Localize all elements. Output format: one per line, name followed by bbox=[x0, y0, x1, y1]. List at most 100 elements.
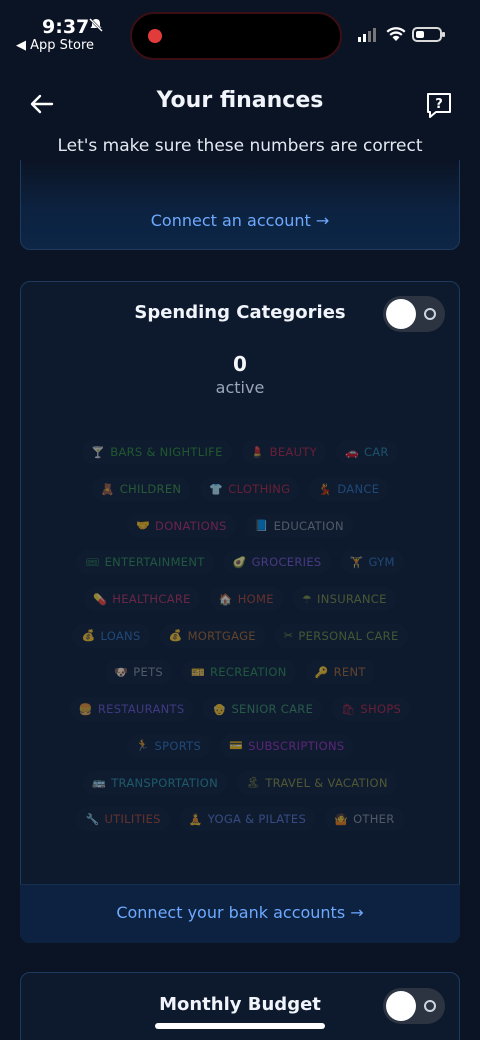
category-chip-subscriptions[interactable]: 💳 SUBSCRIPTIONS bbox=[220, 733, 354, 758]
category-chip-transportation[interactable]: 🚌 TRANSPORTATION bbox=[83, 770, 228, 795]
spending-categories-toggle[interactable] bbox=[383, 296, 445, 332]
category-chip-label: EDUCATION bbox=[273, 518, 344, 533]
rent-icon: 🔑 bbox=[314, 665, 329, 679]
category-chip-car[interactable]: 🚗 CAR bbox=[335, 440, 398, 465]
category-chip-label: TRANSPORTATION bbox=[111, 775, 219, 790]
category-chip-label: RESTAURANTS bbox=[97, 702, 185, 717]
category-chip-home[interactable]: 🏠 HOME bbox=[209, 587, 283, 612]
battery-icon bbox=[412, 27, 445, 42]
signal-icon bbox=[358, 28, 376, 42]
transportation-icon: 🚌 bbox=[92, 776, 107, 790]
category-chip-pets[interactable]: 🐶 PETS bbox=[105, 660, 173, 685]
category-chip-label: RENT bbox=[333, 665, 366, 680]
category-chip-loans[interactable]: 💰 LOANS bbox=[72, 623, 150, 648]
category-chip-travel-vacation[interactable]: 🏝 TRAVEL & VACATION bbox=[237, 770, 397, 795]
toggle-knob bbox=[386, 991, 416, 1021]
category-chip-grid: 🍸 BARS & NIGHTLIFE 💄 BEAUTY 🚗 CAR 🧸 CHILDREN 👕 CL… bbox=[40, 434, 440, 838]
donations-icon: 🤝 bbox=[136, 519, 151, 533]
category-chip-beauty[interactable]: 💄 BEAUTY bbox=[241, 440, 326, 465]
clothing-icon: 👕 bbox=[209, 482, 224, 496]
category-chip-dance[interactable]: 💃 DANCE bbox=[309, 477, 389, 502]
category-chip-yoga-pilates[interactable]: 🧘 YOGA & PILATES bbox=[179, 807, 316, 832]
category-chip-senior-care[interactable]: 👴 SENIOR CARE bbox=[203, 697, 323, 722]
category-chip-row: 💰 LOANS 💰 MORTGAGE ✂ PERSONAL CARE bbox=[40, 617, 440, 654]
category-chip-label: UTILITIES bbox=[104, 812, 161, 827]
category-chip-label: DONATIONS bbox=[155, 518, 227, 533]
category-chip-row: 🍸 BARS & NIGHTLIFE 💄 BEAUTY 🚗 CAR bbox=[40, 434, 440, 471]
category-chip-sports[interactable]: 🏃 SPORTS bbox=[126, 733, 211, 758]
category-chip-gym[interactable]: 🏋 GYM bbox=[340, 550, 404, 575]
category-chip-row: 🚌 TRANSPORTATION 🏝 TRAVEL & VACATION bbox=[40, 764, 440, 801]
category-chip-personal-care[interactable]: ✂ PERSONAL CARE bbox=[274, 623, 408, 648]
category-chip-row: 🤝 DONATIONS 📘 EDUCATION bbox=[40, 507, 440, 544]
gym-icon: 🏋 bbox=[349, 555, 364, 569]
personal-care-icon: ✂ bbox=[283, 629, 294, 643]
category-chip-label: SHOPS bbox=[360, 702, 402, 717]
category-chip-label: CHILDREN bbox=[119, 482, 182, 497]
category-chip-label: YOGA & PILATES bbox=[207, 812, 307, 827]
home-icon: 🏠 bbox=[218, 592, 233, 606]
connect-bank-accounts-link[interactable]: Connect your bank accounts → bbox=[0, 903, 480, 922]
loans-icon: 💰 bbox=[81, 629, 96, 643]
category-chip-shops[interactable]: 🛍 SHOPS bbox=[332, 697, 411, 722]
bars-nightlife-icon: 🍸 bbox=[91, 445, 106, 459]
category-chip-label: PERSONAL CARE bbox=[298, 628, 399, 643]
help-chat-icon[interactable]: ? bbox=[424, 90, 454, 120]
car-icon: 🚗 bbox=[344, 445, 359, 459]
category-chip-mortgage[interactable]: 💰 MORTGAGE bbox=[159, 623, 265, 648]
entertainment-icon: 🎟 bbox=[85, 555, 100, 569]
page-subtitle: Let's make sure these numbers are correc… bbox=[57, 136, 423, 156]
category-chip-donations[interactable]: 🤝 DONATIONS bbox=[127, 513, 236, 538]
category-chip-label: HOME bbox=[237, 592, 274, 607]
svg-text:?: ? bbox=[435, 97, 443, 112]
category-chip-row: 🔧 UTILITIES 🧘 YOGA & PILATES 🤷 OTHER bbox=[40, 801, 440, 838]
home-indicator bbox=[155, 1023, 325, 1029]
toggle-knob bbox=[386, 299, 416, 329]
toggle-off-icon bbox=[424, 1000, 436, 1012]
category-chip-label: ENTERTAINMENT bbox=[104, 555, 205, 570]
wifi-icon bbox=[386, 27, 406, 41]
education-icon: 📘 bbox=[254, 519, 269, 533]
category-chip-label: GROCERIES bbox=[251, 555, 322, 570]
category-chip-entertainment[interactable]: 🎟 ENTERTAINMENT bbox=[76, 550, 214, 575]
recreation-icon: 🎫 bbox=[191, 665, 206, 679]
category-chip-label: SPORTS bbox=[154, 738, 202, 753]
category-chip-label: RECREATION bbox=[210, 665, 287, 680]
category-chip-row: 🧸 CHILDREN 👕 CLOTHING 💃 DANCE bbox=[40, 471, 440, 508]
restaurants-icon: 🍔 bbox=[78, 702, 93, 716]
category-chip-insurance[interactable]: ☂ INSURANCE bbox=[292, 587, 396, 612]
category-chip-label: TRAVEL & VACATION bbox=[265, 775, 388, 790]
page-title: Your finances bbox=[156, 88, 324, 113]
category-chip-healthcare[interactable]: 💊 HEALTHCARE bbox=[84, 587, 200, 612]
yoga-pilates-icon: 🧘 bbox=[188, 812, 203, 826]
pets-icon: 🐶 bbox=[114, 665, 129, 679]
category-chip-row: 🏃 SPORTS 💳 SUBSCRIPTIONS bbox=[40, 728, 440, 765]
category-chip-education[interactable]: 📘 EDUCATION bbox=[245, 513, 353, 538]
category-chip-other[interactable]: 🤷 OTHER bbox=[325, 807, 404, 832]
recording-dot-icon bbox=[148, 29, 162, 43]
shops-icon: 🛍 bbox=[341, 702, 356, 716]
senior-care-icon: 👴 bbox=[212, 702, 227, 716]
back-to-app-store[interactable]: ◀ App Store bbox=[16, 38, 94, 53]
utilities-icon: 🔧 bbox=[85, 812, 100, 826]
category-chip-groceries[interactable]: 🥑 GROCERIES bbox=[223, 550, 331, 575]
monthly-budget-toggle[interactable] bbox=[383, 988, 445, 1024]
category-chip-row: 🐶 PETS 🎫 RECREATION 🔑 RENT bbox=[40, 654, 440, 691]
category-chip-label: SUBSCRIPTIONS bbox=[248, 738, 345, 753]
category-chip-label: OTHER bbox=[353, 812, 395, 827]
category-chip-children[interactable]: 🧸 CHILDREN bbox=[91, 477, 191, 502]
category-chip-restaurants[interactable]: 🍔 RESTAURANTS bbox=[69, 697, 194, 722]
category-chip-rent[interactable]: 🔑 RENT bbox=[305, 660, 375, 685]
category-chip-utilities[interactable]: 🔧 UTILITIES bbox=[76, 807, 170, 832]
category-chip-bars-nightlife[interactable]: 🍸 BARS & NIGHTLIFE bbox=[82, 440, 232, 465]
connect-account-link[interactable]: Connect an account → bbox=[0, 211, 480, 230]
category-chip-label: GYM bbox=[368, 555, 395, 570]
dynamic-island bbox=[130, 12, 342, 60]
groceries-icon: 🥑 bbox=[232, 555, 247, 569]
category-chip-row: 🎟 ENTERTAINMENT 🥑 GROCERIES 🏋 GYM bbox=[40, 544, 440, 581]
connect-account-card bbox=[20, 160, 460, 250]
active-label: active bbox=[215, 378, 265, 397]
category-chip-recreation[interactable]: 🎫 RECREATION bbox=[182, 660, 296, 685]
category-chip-label: BARS & NIGHTLIFE bbox=[110, 445, 223, 460]
category-chip-clothing[interactable]: 👕 CLOTHING bbox=[200, 477, 300, 502]
